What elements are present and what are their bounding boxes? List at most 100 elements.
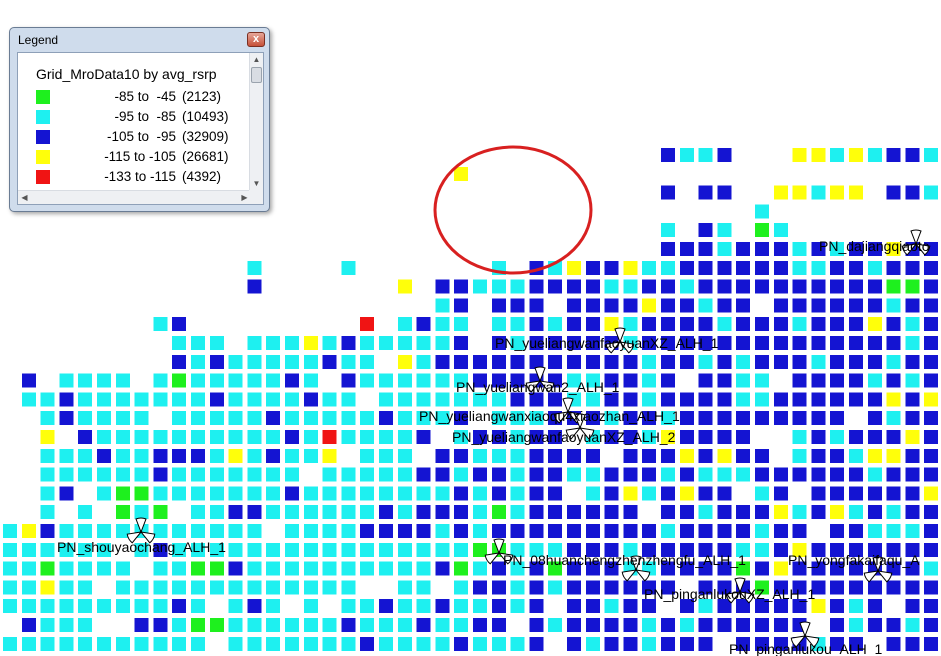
grid-cell-green — [886, 279, 901, 294]
grid-cell-cyan — [40, 636, 55, 651]
grid-cell-blue — [867, 580, 882, 595]
legend-swatch-red — [36, 170, 50, 184]
grid-cell-blue — [567, 279, 581, 294]
grid-cell-blue — [736, 298, 751, 313]
legend-item: -133 to -115 (4392) — [36, 168, 251, 186]
legend-range: -133 to -115 — [104, 169, 176, 184]
grid-cell-cyan — [642, 486, 657, 501]
grid-cell-cyan — [416, 580, 431, 595]
grid-cell-cyan — [397, 317, 412, 332]
grid-cell-cyan — [510, 448, 525, 463]
grid-cell-cyan — [266, 467, 281, 482]
legend-titlebar[interactable]: Legend x — [10, 28, 269, 52]
grid-cell-blue — [40, 524, 55, 538]
grid-cell-yellow — [811, 148, 826, 162]
legend-horizontal-scrollbar[interactable]: ◀ ▶ — [18, 190, 251, 204]
scroll-thumb[interactable] — [251, 67, 262, 83]
grid-cell-cyan — [360, 448, 375, 463]
grid-cell-cyan — [585, 467, 600, 482]
grid-cell-cyan — [115, 580, 130, 595]
grid-cell-blue — [529, 599, 544, 614]
grid-cell-cyan — [172, 524, 187, 538]
grid-cell-cyan — [322, 392, 337, 407]
grid-cell-blue — [830, 448, 845, 463]
grid-cell-cyan — [40, 448, 55, 463]
site-label: PN_yueliangwan2_ALH_1 — [456, 379, 620, 395]
grid-cell-blue — [454, 336, 469, 350]
legend-vertical-scrollbar[interactable]: ▲ ▼ — [249, 53, 263, 190]
grid-cell-green — [191, 618, 205, 632]
grid-cell-blue — [773, 618, 788, 632]
grid-cell-cyan — [379, 373, 393, 388]
grid-cell-cyan — [886, 354, 901, 369]
grid-cell-blue — [792, 354, 807, 369]
grid-cell-green — [905, 279, 920, 294]
grid-cell-cyan — [115, 636, 130, 651]
grid-cell-blue — [435, 354, 450, 369]
grid-cell-cyan — [454, 580, 469, 595]
grid-cell-cyan — [642, 392, 657, 407]
grid-cell-green — [755, 223, 769, 238]
grid-cell-blue — [811, 392, 826, 407]
grid-cell-blue — [548, 354, 563, 369]
grid-cell-blue — [924, 505, 939, 520]
grid-cell-cyan — [510, 279, 525, 294]
grid-cell-cyan — [755, 392, 769, 407]
grid-cell-blue — [886, 317, 901, 332]
grid-cell-cyan — [322, 336, 337, 350]
grid-cell-blue — [623, 354, 638, 369]
grid-cell-cyan — [379, 486, 393, 501]
grid-cell-blue — [773, 317, 788, 332]
grid-cell-blue — [567, 505, 581, 520]
grid-cell-cyan — [454, 542, 469, 557]
grid-cell-blue — [924, 618, 939, 632]
grid-cell-cyan — [40, 411, 55, 426]
grid-cell-cyan — [473, 636, 487, 651]
grid-cell-yellow — [773, 505, 788, 520]
grid-cell-blue — [830, 392, 845, 407]
grid-cell-blue — [416, 505, 431, 520]
grid-cell-blue — [604, 636, 619, 651]
scroll-left-arrow-icon[interactable]: ◀ — [18, 191, 31, 204]
legend-item: -85 to -45 (2123) — [36, 88, 251, 106]
grid-cell-blue — [717, 336, 732, 350]
legend-range: -115 to -105 — [104, 149, 176, 164]
grid-cell-cyan — [454, 618, 469, 632]
grid-cell-yellow — [830, 505, 845, 520]
grid-cell-cyan — [435, 542, 450, 557]
scroll-up-arrow-icon[interactable]: ▲ — [250, 53, 263, 66]
legend-layer-title: Grid_MroData10 by avg_rsrp — [36, 66, 217, 82]
grid-cell-cyan — [397, 486, 412, 501]
grid-cell-blue — [736, 279, 751, 294]
close-button[interactable]: x — [247, 32, 265, 47]
grid-cell-cyan — [849, 505, 863, 520]
grid-cell-blue — [849, 486, 863, 501]
grid-cell-blue — [623, 580, 638, 595]
grid-cell-blue — [623, 599, 638, 614]
grid-cell-cyan — [303, 599, 318, 614]
legend-window[interactable]: Legend x Grid_MroData10 by avg_rsrp -85 … — [9, 27, 270, 212]
grid-cell-cyan — [228, 373, 243, 388]
grid-cell-cyan — [811, 260, 826, 275]
grid-cell-cyan — [473, 561, 487, 576]
grid-cell-blue — [567, 354, 581, 369]
grid-cell-blue — [905, 467, 920, 482]
grid-cell-cyan — [717, 242, 732, 256]
grid-cell-blue — [924, 411, 939, 426]
grid-cell-blue — [604, 486, 619, 501]
grid-cell-cyan — [153, 486, 168, 501]
grid-cell-blue — [285, 373, 299, 388]
scroll-down-arrow-icon[interactable]: ▼ — [250, 177, 263, 190]
grid-cell-cyan — [266, 354, 281, 369]
grid-cell-blue — [755, 505, 769, 520]
grid-cell-blue — [773, 524, 788, 538]
grid-cell-cyan — [717, 223, 732, 238]
grid-cell-cyan — [736, 373, 751, 388]
grid-cell-blue — [830, 317, 845, 332]
grid-cell-blue — [172, 317, 187, 332]
grid-cell-cyan — [755, 524, 769, 538]
grid-cell-blue — [755, 467, 769, 482]
grid-cell-blue — [585, 599, 600, 614]
grid-cell-blue — [567, 298, 581, 313]
grid-cell-cyan — [322, 561, 337, 576]
